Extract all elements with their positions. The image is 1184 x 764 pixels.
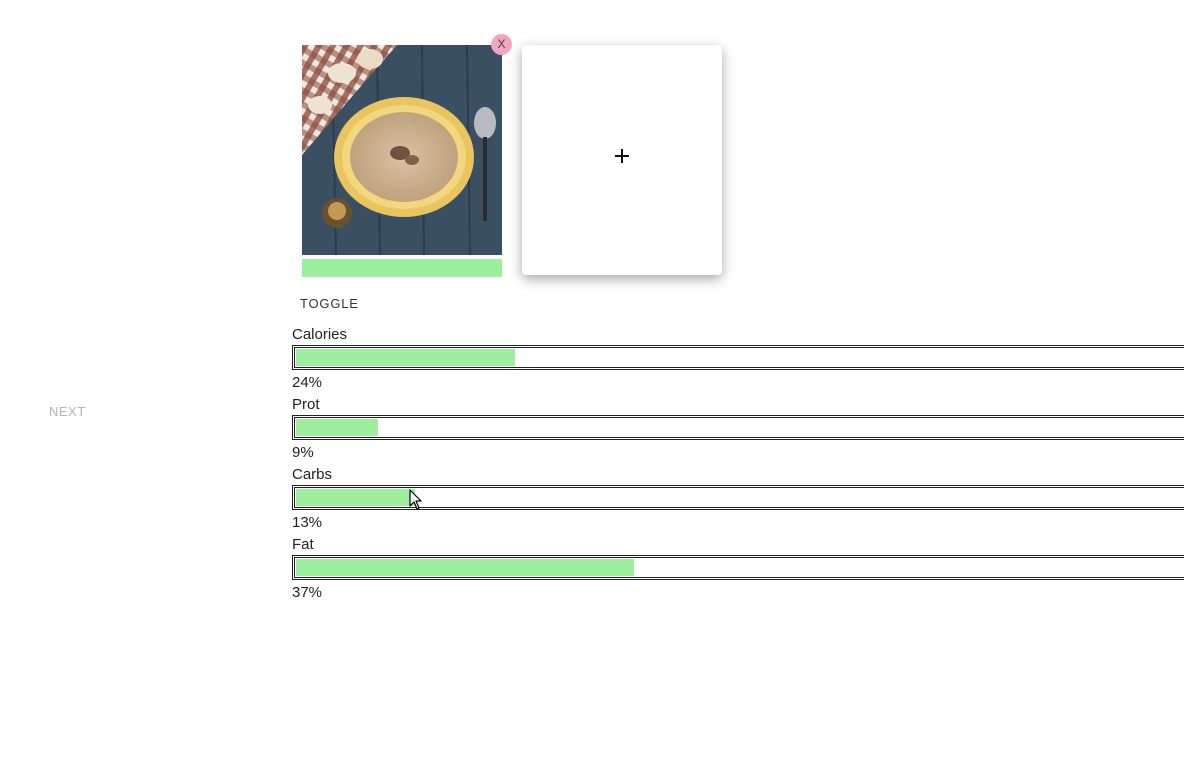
nutrient-progress-fill [296, 419, 379, 436]
nutrient-percent: 24% [292, 374, 323, 391]
nutrient-progress-bar [292, 415, 1184, 440]
nutrient-percent: 13% [292, 514, 323, 531]
image-status-bar [302, 259, 502, 277]
next-button[interactable]: NEXT [49, 404, 86, 419]
nutrient-label: Prot [292, 396, 320, 413]
toggle-button[interactable]: TOGGLE [300, 296, 359, 311]
nutrient-row-carbs: Carbs 13% [292, 466, 1184, 532]
mouse-cursor-icon [409, 489, 422, 510]
plus-icon [615, 149, 629, 163]
nutrient-row-prot: Prot 9% [292, 396, 1184, 462]
nutrient-progress-fill [296, 349, 516, 366]
nutrient-label: Carbs [292, 466, 333, 483]
nutrient-progress-bar [292, 555, 1184, 580]
nutrient-label: Calories [292, 326, 348, 343]
nutrient-label: Fat [292, 536, 314, 553]
remove-image-button[interactable]: X [491, 34, 512, 55]
nutrient-progress-fill [296, 489, 415, 506]
nutrient-progress-bar [292, 345, 1184, 370]
soup-photo-icon [302, 45, 502, 255]
nutrient-row-calories: Calories 24% [292, 326, 1184, 392]
food-image [302, 45, 502, 255]
nutrient-percent: 37% [292, 584, 323, 601]
nutrient-progress-bar [292, 485, 1184, 510]
nutrient-percent: 9% [292, 444, 314, 461]
nutrient-row-fat: Fat 37% [292, 536, 1184, 602]
nutrient-progress-fill [296, 559, 635, 576]
add-image-card[interactable] [522, 45, 722, 275]
